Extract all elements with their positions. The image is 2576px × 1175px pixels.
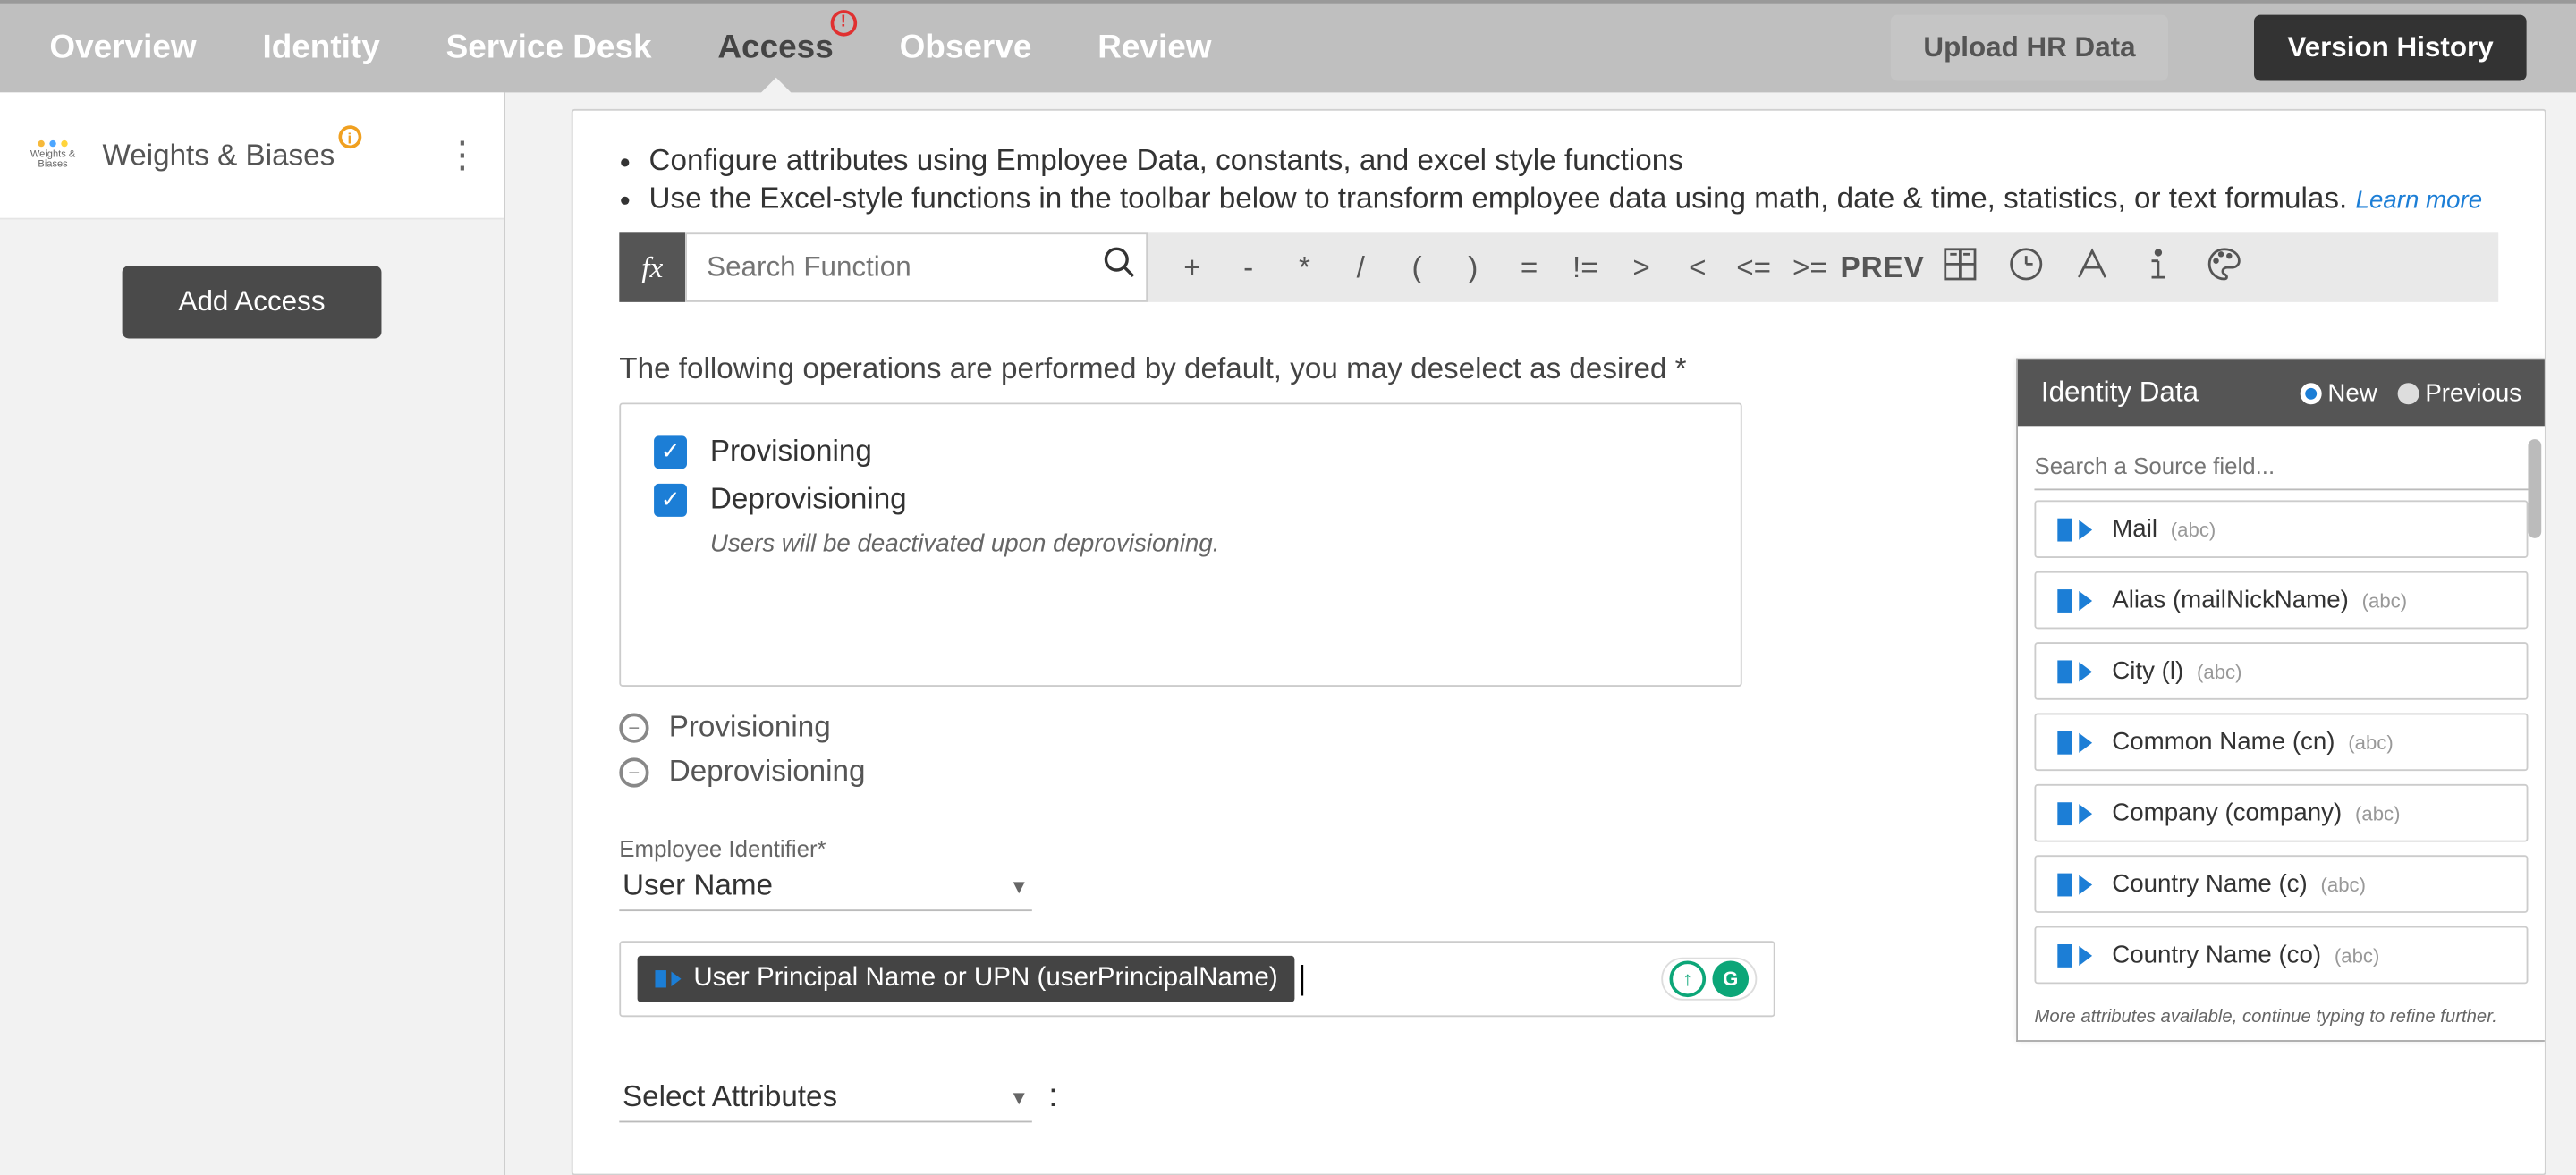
identity-data-panel: Identity Data New Previous Mail: [2016, 359, 2545, 1042]
source-icon: [2053, 658, 2099, 685]
expression-status-badges: ↑ G: [1661, 958, 1757, 1001]
identity-panel-title: Identity Data: [2041, 376, 2199, 410]
employee-identifier-select[interactable]: User Name ▼: [619, 862, 1032, 911]
select-attributes-dropdown[interactable]: Select Attributes ▼: [619, 1073, 1032, 1122]
chevron-down-icon: ▼: [1009, 875, 1029, 898]
text-cursor: |: [1298, 960, 1307, 998]
hint-line-2: Use the Excel-style functions in the too…: [649, 182, 2499, 216]
identity-field-country-co[interactable]: Country Name (co) (abc): [2034, 926, 2528, 985]
version-history-button[interactable]: Version History: [2255, 15, 2527, 81]
info-icon-toolbar[interactable]: [2125, 243, 2191, 292]
op-lt[interactable]: <: [1669, 250, 1725, 285]
deprovisioning-label: Deprovisioning: [710, 482, 907, 517]
source-icon: [2053, 942, 2099, 968]
config-panel: Configure attributes using Employee Data…: [572, 109, 2546, 1175]
employee-identifier-value: User Name: [623, 868, 773, 903]
nav-service-desk[interactable]: Service Desk: [446, 5, 652, 89]
upn-token-label: User Principal Name or UPN (userPrincipa…: [693, 964, 1277, 993]
sidebar: Weights & Biases Weights & Biases i ⋮ Ad…: [0, 92, 505, 1175]
op-prev[interactable]: PREV: [1838, 250, 1928, 285]
palette-icon[interactable]: [2191, 243, 2258, 292]
identity-field-company[interactable]: Company (company) (abc): [2034, 784, 2528, 842]
text-icon[interactable]: [2059, 243, 2125, 292]
alert-icon: !: [830, 9, 857, 36]
provisioning-label: Provisioning: [710, 435, 872, 469]
identity-field-mail[interactable]: Mail (abc): [2034, 500, 2528, 558]
op-plus[interactable]: +: [1165, 250, 1221, 285]
chevron-down-icon: ▼: [1009, 1086, 1029, 1109]
info-icon: i: [338, 124, 361, 148]
select-attributes-colon: :: [1048, 1078, 1057, 1123]
formula-toolbar: fx + - * / ( ) = != > <: [619, 232, 2498, 302]
scrollbar[interactable]: [2528, 439, 2541, 538]
source-icon: [2053, 587, 2099, 613]
op-gte[interactable]: >=: [1782, 250, 1838, 285]
default-ops-box: ✓ Provisioning ✓ Deprovisioning Users wi…: [619, 402, 1741, 687]
app-logo-icon: Weights & Biases: [23, 125, 82, 184]
provisioning-checkbox[interactable]: ✓: [654, 435, 687, 468]
nav-observe[interactable]: Observe: [900, 5, 1032, 89]
employee-identifier-label: Employee Identifier*: [619, 835, 1032, 862]
app-name: Weights & Biases i: [102, 138, 335, 173]
identity-field-country-c[interactable]: Country Name (c) (abc): [2034, 855, 2528, 913]
kebab-menu-icon[interactable]: ⋮: [445, 134, 481, 177]
top-nav: Overview Identity Service Desk Access ! …: [0, 0, 2576, 92]
grid-icon[interactable]: [1927, 243, 1993, 292]
status-check-icon: G: [1712, 960, 1749, 997]
source-icon: [654, 964, 683, 993]
clock-icon[interactable]: [1993, 243, 2059, 292]
search-function-input[interactable]: [687, 251, 1091, 284]
identity-radio-new[interactable]: New: [2300, 379, 2377, 407]
op-lparen[interactable]: (: [1389, 250, 1445, 285]
op-lte[interactable]: <=: [1725, 250, 1782, 285]
source-icon: [2053, 799, 2099, 826]
op-divide[interactable]: /: [1333, 250, 1389, 285]
upn-token[interactable]: User Principal Name or UPN (userPrincipa…: [638, 956, 1295, 1002]
search-icon[interactable]: [1091, 244, 1146, 291]
op-eq[interactable]: =: [1501, 250, 1557, 285]
identity-search-input[interactable]: [2034, 443, 2528, 491]
nav-overview[interactable]: Overview: [49, 5, 196, 89]
op-gt[interactable]: >: [1614, 250, 1670, 285]
deprovisioning-section-label: Deprovisioning: [669, 755, 866, 790]
op-neq[interactable]: !=: [1557, 250, 1614, 285]
deprovisioning-note: Users will be deactivated upon deprovisi…: [710, 530, 1707, 558]
hint-line-1: Configure attributes using Employee Data…: [649, 144, 2499, 179]
source-icon: [2053, 729, 2099, 756]
deprovisioning-checkbox[interactable]: ✓: [654, 483, 687, 516]
minus-circle-icon: −: [619, 713, 648, 742]
fx-icon: fx: [619, 232, 685, 302]
learn-more-link[interactable]: Learn more: [2356, 187, 2483, 215]
nav-access-label: Access: [717, 29, 833, 65]
identity-field-city[interactable]: City (l) (abc): [2034, 642, 2528, 700]
status-up-icon: ↑: [1669, 960, 1706, 997]
minus-circle-icon: −: [619, 757, 648, 786]
nav-access[interactable]: Access !: [717, 5, 833, 89]
nav-identity[interactable]: Identity: [262, 5, 379, 89]
identity-more-note: More attributes available, continue typi…: [2018, 1003, 2545, 1040]
source-icon: [2053, 516, 2099, 543]
op-times[interactable]: *: [1276, 250, 1333, 285]
nav-review[interactable]: Review: [1097, 5, 1211, 89]
add-access-button[interactable]: Add Access: [123, 266, 382, 338]
expression-input[interactable]: User Principal Name or UPN (userPrincipa…: [619, 941, 1775, 1017]
upload-hr-data-button[interactable]: Upload HR Data: [1891, 15, 2169, 81]
identity-field-list: Mail (abc) Alias (mailNickName) (abc) Ci…: [2018, 500, 2545, 1003]
source-icon: [2053, 871, 2099, 898]
identity-field-cn[interactable]: Common Name (cn) (abc): [2034, 714, 2528, 772]
select-attributes-label: Select Attributes: [623, 1079, 837, 1114]
provisioning-section-label: Provisioning: [669, 710, 831, 745]
identity-field-alias[interactable]: Alias (mailNickName) (abc): [2034, 571, 2528, 630]
app-card[interactable]: Weights & Biases Weights & Biases i ⋮: [0, 92, 504, 219]
op-rparen[interactable]: ): [1445, 250, 1501, 285]
identity-radio-previous[interactable]: Previous: [2397, 379, 2521, 407]
op-minus[interactable]: -: [1220, 250, 1276, 285]
